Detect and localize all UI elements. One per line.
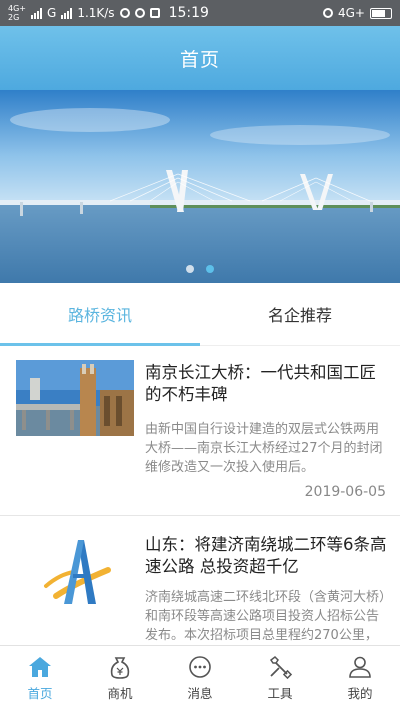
banner-carousel[interactable] [0,90,400,283]
article-thumbnail [16,360,134,436]
nav-home[interactable]: 首页 [0,646,80,711]
article-summary: 济南绕城高速二环线北环段（含黄河大桥）和南环段等高速公路项目投资人招标公告发布。… [145,590,386,643]
app-header: 首页 [0,26,400,90]
bridge-banner-image [0,90,400,283]
status-bar-right: 4G+ [323,6,392,20]
network-type-top: 4G+ [8,4,26,13]
alarm-icon [323,8,333,18]
nav-tools[interactable]: 工具 [240,646,320,711]
bottom-tab-bar: 首页 商机 消息 工具 我的 [0,645,400,711]
carousel-dot-active[interactable] [206,265,214,273]
nav-label-tools: 工具 [267,686,293,701]
article-summary: 由新中国自行设计建造的双层式公铁两用大桥——南京长江大桥经过27个月的封闭维修改… [145,422,383,475]
signal-icon-2 [61,7,73,19]
app-notification-icon [149,8,160,18]
network-type-right: 4G+ [338,6,365,20]
battery-icon [370,7,392,19]
nav-label-business: 商机 [107,686,133,701]
article-title: 南京长江大桥：一代共和国工匠的不朽丰碑 [145,363,376,404]
carrier-mark: G [47,6,57,20]
nav-label-home: 首页 [27,686,53,701]
article-date: 2019-06-05 [304,484,386,500]
carousel-indicator [0,265,400,273]
nav-business[interactable]: 商机 [80,646,160,711]
news-list-item[interactable]: 南京长江大桥：一代共和国工匠的不朽丰碑 由新中国自行设计建造的双层式公铁两用大桥… [0,348,400,516]
carousel-dot[interactable] [186,265,194,273]
nav-label-messages: 消息 [187,686,213,701]
user-icon [349,656,371,678]
article-thumbnail-logo [16,534,134,610]
nav-label-profile: 我的 [347,686,373,701]
status-bar: 4G+ 2G G 1.1K/s 15:19 4G+ [0,0,400,26]
tools-icon [269,656,293,679]
notification-icon-2 [134,8,145,18]
tab-road-bridge-news[interactable]: 路桥资讯 [0,283,200,346]
network-speed: 1.1K/s [77,6,115,20]
tab-featured-companies[interactable]: 名企推荐 [200,283,400,345]
page-title: 首页 [179,48,220,71]
money-bag-icon [110,657,130,679]
signal-icon [31,7,42,19]
nav-messages[interactable]: 消息 [160,646,240,711]
clock: 15:19 [168,5,209,21]
news-tabs: 路桥资讯 名企推荐 [0,283,400,346]
network-type: 4G+ 2G [8,4,26,22]
news-list-item[interactable]: 山东：将建济南绕城二环等6条高速公路 总投资超千亿 济南绕城高速二环线北环段（含… [0,518,400,646]
network-type-bottom: 2G [8,13,20,22]
article-title: 山东：将建济南绕城二环等6条高速公路 总投资超千亿 [145,535,387,576]
notification-icon [119,8,130,18]
status-bar-left: 4G+ 2G G 1.1K/s 15:19 [8,4,209,22]
home-icon [29,657,51,677]
nav-profile[interactable]: 我的 [320,646,400,711]
message-icon [189,656,211,678]
